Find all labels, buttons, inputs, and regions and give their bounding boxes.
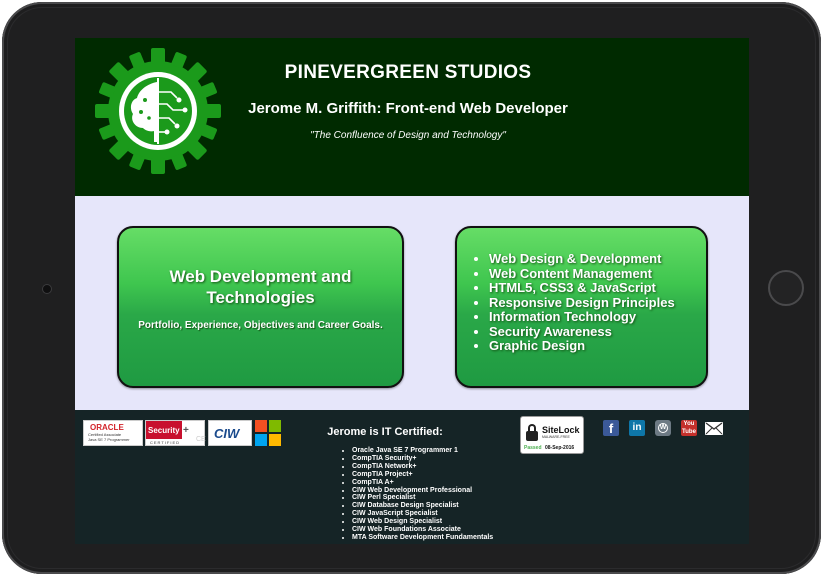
wordpress-glyph: W [658,423,668,433]
oracle-badge-line: Java SE 7 Programmer [88,437,130,442]
ms-square [255,434,267,446]
envelope-glyph [705,422,723,435]
list-item: Graphic Design [489,338,675,354]
sitelock-brand: SiteLock [542,425,580,435]
list-item: CIW Web Development Professional [352,487,493,495]
list-item: CIW Web Foundations Associate [352,526,493,534]
mail-icon[interactable] [705,422,723,435]
camera-icon [42,284,52,294]
pinevergreen-gear-tree-logo[interactable] [95,48,221,174]
site-subtitle: Jerome M. Griffith: Front-end Web Develo… [248,100,568,117]
padlock-body [526,431,538,441]
list-item: Web Design & Development [489,251,675,267]
oracle-wordmark: ORACLE [90,423,124,432]
list-item: CIW Web Design Specialist [352,518,493,526]
site-footer: ORACLE Certified Associate Java SE 7 Pro… [75,410,749,544]
cert-heading: Jerome is IT Certified: [327,426,443,438]
home-button[interactable] [768,270,804,306]
site-tagline: "The Confluence of Design and Technology… [310,130,506,141]
linkedin-icon[interactable]: in [629,420,645,436]
wordpress-icon[interactable]: W [655,420,671,436]
sitelock-badge[interactable]: SiteLock MALWARE-FREE Passed 08-Sep-2016 [520,416,584,454]
list-item: Security Awareness [489,324,675,340]
list-item: CompTIA Network+ [352,463,493,471]
panel-title-line2: Technologies [206,288,315,307]
sitelock-date: 08-Sep-2016 [545,445,575,451]
panel-title-line1: Web Development and [169,267,352,286]
site-header: PINEVERGREEN STUDIOS Jerome M. Griffith:… [75,38,749,196]
list-item: Oracle Java SE 7 Programmer 1 [352,447,493,455]
main-content: Web Development and Technologies Portfol… [75,196,749,410]
list-item: Web Content Management [489,266,675,282]
skills-list: Web Design & Development Web Content Man… [487,251,675,354]
list-item: CompTIA Security+ [352,455,493,463]
ms-square [269,420,281,432]
panel-title: Web Development and Technologies [129,266,392,308]
ms-square [269,434,281,446]
list-item: CIW Perl Specialist [352,494,493,502]
oracle-certified-badge[interactable]: ORACLE Certified Associate Java SE 7 Pro… [83,420,143,446]
screen: PINEVERGREEN STUDIOS Jerome M. Griffith:… [75,38,749,544]
list-item: Information Technology [489,309,675,325]
security-plus: + [183,425,189,436]
microsoft-logo[interactable] [255,420,281,446]
list-item: CIW JavaScript Specialist [352,510,493,518]
panel-description: Portfolio, Experience, Objectives and Ca… [138,320,383,331]
list-item: MTA Software Development Fundamentals [352,534,493,542]
youtube-icon[interactable]: You Tube [681,420,697,436]
ciw-wordmark: CIW [214,426,240,441]
security-wordmark: Security [148,426,180,435]
ms-square [255,420,267,432]
list-item: CompTIA A+ [352,479,493,487]
skills-panel: Web Design & Development Web Content Man… [455,226,708,388]
oracle-badge-text: Certified Associate Java SE 7 Programmer [88,432,130,442]
facebook-icon[interactable]: f [603,420,619,436]
web-development-panel-link[interactable]: Web Development and Technologies Portfol… [117,226,404,388]
list-item: HTML5, CSS3 & JavaScript [489,280,675,296]
list-item: CompTIA Project+ [352,471,493,479]
ce-mark: CE [196,436,206,443]
list-item: CIW Database Design Specialist [352,502,493,510]
ciw-badge[interactable]: CIW [208,420,252,446]
tablet-frame: PINEVERGREEN STUDIOS Jerome M. Griffith:… [2,2,821,574]
sitelock-sub: MALWARE-FREE [542,435,570,439]
site-title: PINEVERGREEN STUDIOS [284,62,532,83]
security-certified-text: CERTIFIED [150,440,181,445]
certifications-list: Oracle Java SE 7 Programmer 1 CompTIA Se… [341,447,493,542]
list-item: Responsive Design Principles [489,295,675,311]
sitelock-passed: Passed [524,445,542,451]
